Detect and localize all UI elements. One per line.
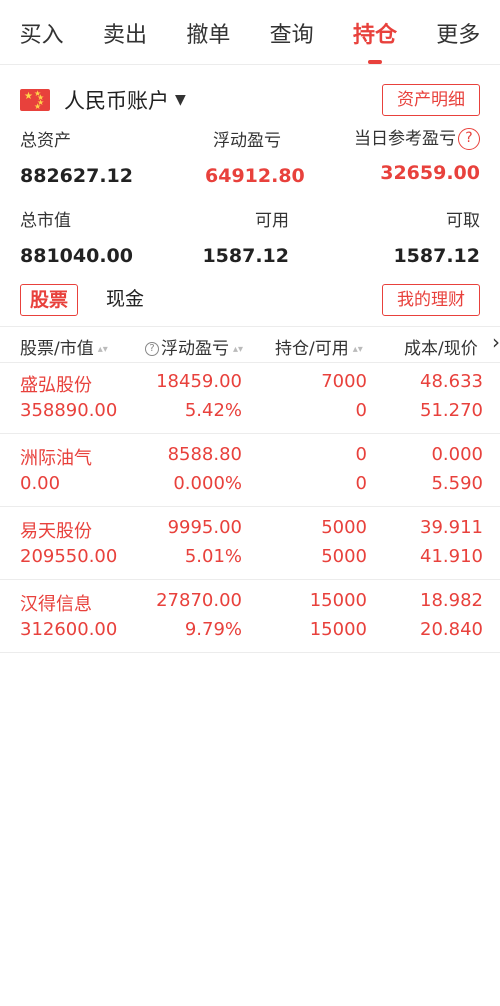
stock-available: 15000 (309, 619, 367, 640)
stock-pl-pct: 5.01% (184, 546, 242, 567)
top-tab-bar: 买入 卖出 撤单 查询 持仓 更多 (0, 0, 500, 64)
tab-query[interactable]: 查询 (250, 0, 333, 64)
row-divider (0, 652, 500, 653)
daily-pl-value: 32659.00 (380, 162, 480, 184)
stock-name: 汉得信息 (20, 594, 92, 615)
table-row[interactable]: 易天股份 209550.00 9995.00 5.01% 5000 5000 3… (0, 509, 500, 582)
table-row[interactable]: 盛弘股份 358890.00 18459.00 5.42% 7000 0 48.… (0, 363, 500, 436)
sort-icon: ▴▾ (97, 343, 108, 355)
row-divider (0, 579, 500, 580)
market-value: 总市值 881040.00 (20, 206, 133, 267)
floating-pl: 浮动盈亏 64912.80 (205, 126, 305, 187)
tab-buy[interactable]: 买入 (0, 0, 83, 64)
stock-pl: 8588.80 (167, 444, 242, 465)
row-divider (0, 506, 500, 507)
stock-pl-pct: 0.000% (173, 473, 242, 494)
table-row[interactable]: 汉得信息 312600.00 27870.00 9.79% 15000 1500… (0, 582, 500, 655)
stock-pl: 27870.00 (156, 590, 242, 611)
available-value: 1587.12 (202, 245, 289, 267)
sort-icon: ▴▾ (352, 343, 363, 355)
cn-flag-icon: ★ ★ ★ ★ ★ (20, 89, 50, 111)
stock-market-value: 209550.00 (20, 546, 118, 567)
stock-cost: 48.633 (420, 371, 483, 392)
stock-cost: 39.911 (420, 517, 483, 538)
withdrawable-funds: 可取 1587.12 (393, 206, 480, 267)
header-position-available[interactable]: 持仓/可用 ▴▾ (275, 334, 363, 359)
chevron-right-icon[interactable]: › (492, 330, 500, 354)
table-row[interactable]: 洲际油气 0.00 8588.80 0.000% 0 0 0.000 5.590 (0, 436, 500, 509)
table-top-divider (0, 326, 500, 327)
help-icon[interactable]: ? (458, 128, 480, 150)
header-floating-pl-label: 浮动盈亏 (161, 339, 229, 359)
tab-positions[interactable]: 持仓 (333, 0, 416, 64)
floating-pl-value: 64912.80 (205, 165, 305, 187)
header-stock-value[interactable]: 股票/市值 ▴▾ (20, 334, 108, 359)
stock-pl-pct: 5.42% (184, 400, 242, 421)
account-selector[interactable]: 人民币账户 (64, 85, 169, 115)
stock-pl: 9995.00 (167, 517, 242, 538)
stock-pl-pct: 9.79% (184, 619, 242, 640)
stock-name: 易天股份 (20, 521, 92, 542)
available-funds: 可用 1587.12 (202, 206, 289, 267)
stock-available: 0 (355, 473, 367, 494)
header-stock-value-label: 股票/市值 (20, 339, 94, 359)
subtab-stocks[interactable]: 股票 (20, 284, 78, 316)
stock-position: 5000 (321, 517, 367, 538)
tabs-divider (0, 64, 500, 65)
holdings-table-header: 股票/市值 ▴▾ ? 浮动盈亏 ▴▾ 持仓/可用 ▴▾ 成本/现价 › (0, 328, 500, 362)
tab-cancel-order[interactable]: 撤单 (167, 0, 250, 64)
stock-price: 51.270 (420, 400, 483, 421)
sort-icon: ▴▾ (233, 343, 244, 355)
stock-available: 0 (355, 400, 367, 421)
holdings-subtabs: 股票 现金 我的理财 (20, 284, 480, 316)
total-assets-label: 总资产 (20, 131, 71, 151)
stock-available: 5000 (321, 546, 367, 567)
stock-position: 7000 (321, 371, 367, 392)
stock-market-value: 312600.00 (20, 619, 118, 640)
stock-market-value: 0.00 (20, 473, 61, 494)
withdrawable-label: 可取 (446, 211, 480, 231)
header-cost-price-label: 成本/现价 (404, 339, 478, 359)
daily-pl: 当日参考盈亏? 32659.00 (354, 124, 480, 184)
withdrawable-value: 1587.12 (393, 245, 480, 267)
stock-market-value: 358890.00 (20, 400, 118, 421)
subtab-cash[interactable]: 现金 (106, 284, 144, 316)
my-wealth-button[interactable]: 我的理财 (382, 284, 480, 316)
account-row: ★ ★ ★ ★ ★ 人民币账户 ▼ 资产明细 (20, 84, 480, 116)
stock-pl: 18459.00 (156, 371, 242, 392)
chevron-down-icon[interactable]: ▼ (175, 92, 186, 108)
tab-more[interactable]: 更多 (417, 0, 500, 64)
stock-name: 洲际油气 (20, 448, 92, 469)
stock-name: 盛弘股份 (20, 375, 92, 396)
row-divider (0, 433, 500, 434)
stock-price: 5.590 (431, 473, 483, 494)
daily-pl-label-row: 当日参考盈亏? (354, 124, 480, 150)
header-position-label: 持仓/可用 (275, 339, 349, 359)
daily-pl-label: 当日参考盈亏 (354, 129, 456, 149)
total-assets-value: 882627.12 (20, 165, 133, 187)
stock-position: 0 (355, 444, 367, 465)
available-label: 可用 (255, 211, 289, 231)
floating-pl-label: 浮动盈亏 (213, 131, 281, 151)
stock-cost: 0.000 (431, 444, 483, 465)
header-cost-price[interactable]: 成本/现价 (404, 334, 478, 359)
stock-cost: 18.982 (420, 590, 483, 611)
header-floating-pl[interactable]: ? 浮动盈亏 ▴▾ (145, 334, 243, 359)
asset-detail-button[interactable]: 资产明细 (382, 84, 480, 116)
tab-sell[interactable]: 卖出 (83, 0, 166, 64)
question-icon[interactable]: ? (145, 342, 159, 356)
market-value-label: 总市值 (20, 211, 71, 231)
market-value-value: 881040.00 (20, 245, 133, 267)
stock-position: 15000 (309, 590, 367, 611)
total-assets: 总资产 882627.12 (20, 126, 133, 187)
stock-price: 41.910 (420, 546, 483, 567)
stock-price: 20.840 (420, 619, 483, 640)
